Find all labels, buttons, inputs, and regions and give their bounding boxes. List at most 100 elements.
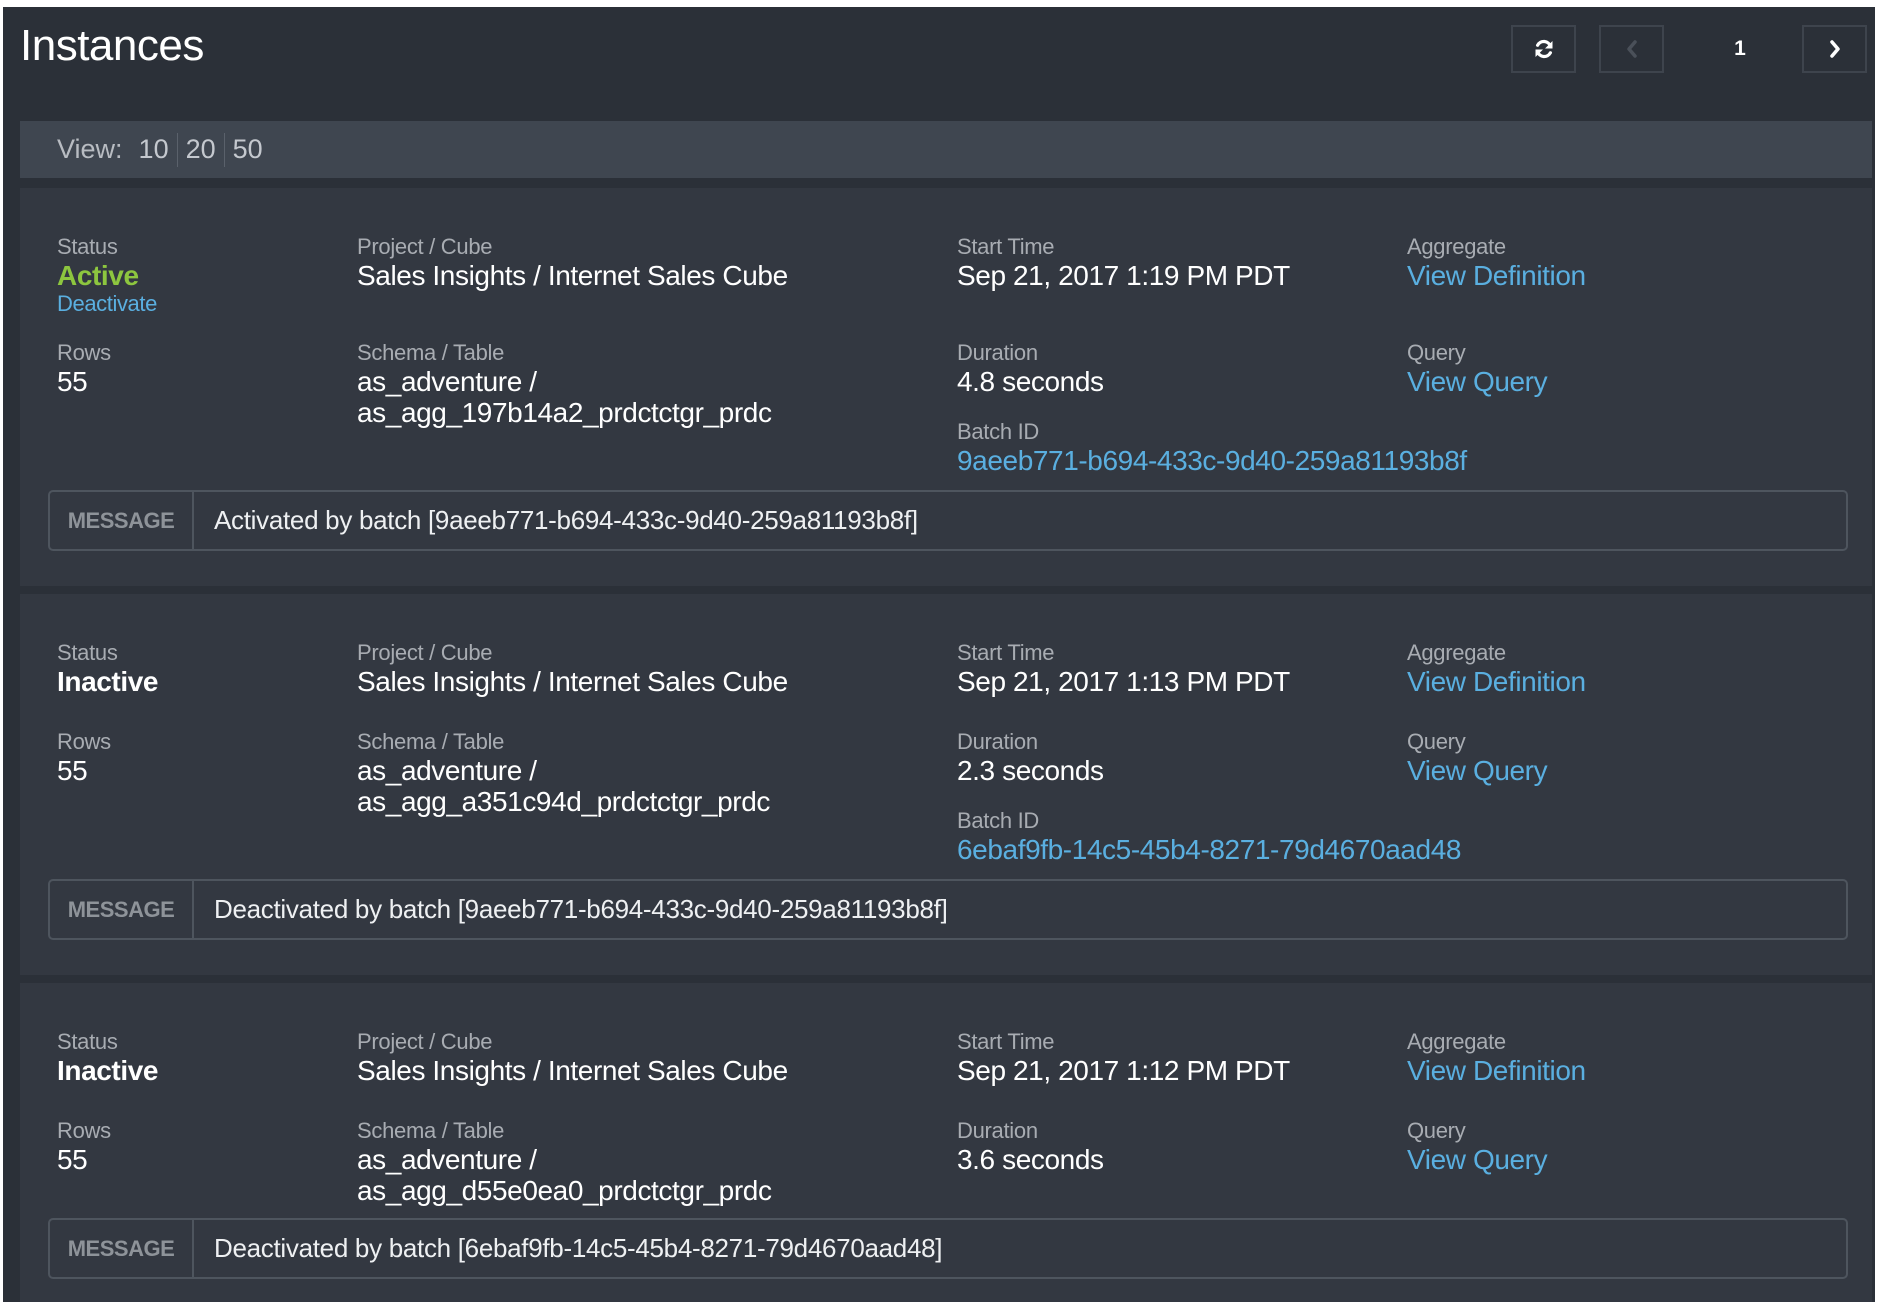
aggregate-label: Aggregate (1407, 234, 1506, 259)
schema-value: as_adventure / (357, 366, 537, 397)
message-text: Deactivated by batch [6ebaf9fb-14c5-45b4… (214, 1233, 943, 1263)
view-definition-link[interactable]: View Definition (1407, 260, 1586, 291)
rows-field: Rows 55 (57, 1118, 111, 1175)
batch-id-label: Batch ID (957, 419, 1039, 444)
status-value: Active (57, 260, 139, 291)
start-time-label: Start Time (957, 640, 1055, 665)
rows-field: Rows 55 (57, 340, 111, 397)
rows-value: 55 (57, 1144, 88, 1175)
page-size-bar: View: 10 20 50 (20, 121, 1872, 178)
rows-value: 55 (57, 755, 88, 786)
project-cube-field: Project / Cube Sales Insights / Internet… (357, 234, 788, 291)
duration-field: Duration 4.8 seconds (957, 340, 1104, 397)
status-field: Status Active Deactivate (57, 234, 157, 317)
status-label: Status (57, 234, 118, 259)
view-label: View: (57, 134, 123, 164)
batch-id-field: Batch ID 6ebaf9fb-14c5-45b4-8271-79d4670… (957, 808, 1461, 865)
chevron-left-icon (1624, 38, 1640, 60)
schema-table-field: Schema / Table as_adventure / as_agg_d55… (357, 1118, 772, 1206)
batch-id-field: Batch ID 9aeeb771-b694-433c-9d40-259a811… (957, 419, 1467, 476)
table-value: as_agg_a351c94d_prdctctgr_prdc (357, 786, 770, 817)
project-cube-value: Sales Insights / Internet Sales Cube (357, 1055, 788, 1086)
project-cube-field: Project / Cube Sales Insights / Internet… (357, 640, 788, 697)
start-time-label: Start Time (957, 1029, 1055, 1054)
instances-panel: Instances 1 View: 10 20 50 Status Active… (3, 7, 1875, 1302)
previous-page-button[interactable] (1599, 25, 1664, 73)
view-option-10[interactable]: 10 (131, 134, 177, 165)
status-value: Inactive (57, 1055, 159, 1086)
start-time-field: Start Time Sep 21, 2017 1:13 PM PDT (957, 640, 1290, 697)
table-value: as_agg_d55e0ea0_prdctctgr_prdc (357, 1175, 772, 1206)
aggregate-label: Aggregate (1407, 1029, 1506, 1054)
message-label: MESSAGE (50, 492, 194, 549)
schema-table-field: Schema / Table as_adventure / as_agg_a35… (357, 729, 770, 817)
view-definition-link[interactable]: View Definition (1407, 666, 1586, 697)
view-query-link[interactable]: View Query (1407, 1144, 1548, 1175)
view-option-20[interactable]: 20 (178, 134, 224, 165)
aggregate-field: Aggregate View Definition (1407, 1029, 1586, 1086)
batch-id-label: Batch ID (957, 808, 1039, 833)
instance-card: Status Active Deactivate Rows 55 Project… (20, 188, 1872, 586)
instance-card: Status Inactive Rows 55 Project / Cube S… (20, 983, 1872, 1302)
start-time-label: Start Time (957, 234, 1055, 259)
status-field: Status Inactive (57, 640, 158, 697)
deactivate-link[interactable]: Deactivate (57, 291, 157, 317)
chevron-right-icon (1827, 38, 1843, 60)
query-label: Query (1407, 1118, 1466, 1143)
view-query-link[interactable]: View Query (1407, 366, 1548, 397)
start-time-value: Sep 21, 2017 1:19 PM PDT (957, 260, 1290, 291)
view-option-50[interactable]: 50 (225, 134, 271, 165)
aggregate-label: Aggregate (1407, 640, 1506, 665)
message-text: Deactivated by batch [9aeeb771-b694-433c… (214, 894, 948, 924)
schema-table-label: Schema / Table (357, 1118, 505, 1143)
query-label: Query (1407, 340, 1466, 365)
message-box: MESSAGE Activated by batch [9aeeb771-b69… (48, 490, 1848, 551)
rows-label: Rows (57, 340, 111, 365)
duration-field: Duration 3.6 seconds (957, 1118, 1104, 1175)
view-definition-link[interactable]: View Definition (1407, 1055, 1586, 1086)
duration-label: Duration (957, 1118, 1038, 1143)
duration-field: Duration 2.3 seconds (957, 729, 1104, 786)
duration-value: 2.3 seconds (957, 755, 1104, 786)
query-label: Query (1407, 729, 1466, 754)
query-field: Query View Query (1407, 340, 1548, 397)
project-cube-value: Sales Insights / Internet Sales Cube (357, 666, 788, 697)
refresh-button[interactable] (1511, 25, 1576, 73)
project-cube-field: Project / Cube Sales Insights / Internet… (357, 1029, 788, 1086)
start-time-value: Sep 21, 2017 1:12 PM PDT (957, 1055, 1290, 1086)
schema-table-field: Schema / Table as_adventure / as_agg_197… (357, 340, 772, 428)
message-label: MESSAGE (50, 881, 194, 938)
start-time-field: Start Time Sep 21, 2017 1:12 PM PDT (957, 1029, 1290, 1086)
schema-table-label: Schema / Table (357, 729, 505, 754)
batch-id-link[interactable]: 9aeeb771-b694-433c-9d40-259a81193b8f (957, 445, 1467, 476)
current-page-number: 1 (1734, 37, 1746, 60)
aggregate-field: Aggregate View Definition (1407, 640, 1586, 697)
duration-value: 4.8 seconds (957, 366, 1104, 397)
rows-value: 55 (57, 366, 88, 397)
status-value: Inactive (57, 666, 159, 697)
rows-field: Rows 55 (57, 729, 111, 786)
status-label: Status (57, 640, 118, 665)
start-time-value: Sep 21, 2017 1:13 PM PDT (957, 666, 1290, 697)
page-title: Instances (20, 21, 204, 70)
schema-table-label: Schema / Table (357, 340, 505, 365)
message-box: MESSAGE Deactivated by batch [9aeeb771-b… (48, 879, 1848, 940)
status-field: Status Inactive (57, 1029, 158, 1086)
project-cube-label: Project / Cube (357, 640, 493, 665)
rows-label: Rows (57, 729, 111, 754)
batch-id-link[interactable]: 6ebaf9fb-14c5-45b4-8271-79d4670aad48 (957, 834, 1461, 865)
refresh-icon (1533, 38, 1555, 60)
query-field: Query View Query (1407, 1118, 1548, 1175)
duration-value: 3.6 seconds (957, 1144, 1104, 1175)
query-field: Query View Query (1407, 729, 1548, 786)
project-cube-value: Sales Insights / Internet Sales Cube (357, 260, 788, 291)
duration-label: Duration (957, 340, 1038, 365)
schema-value: as_adventure / (357, 755, 537, 786)
next-page-button[interactable] (1802, 25, 1867, 73)
view-query-link[interactable]: View Query (1407, 755, 1548, 786)
status-label: Status (57, 1029, 118, 1054)
project-cube-label: Project / Cube (357, 234, 493, 259)
rows-label: Rows (57, 1118, 111, 1143)
schema-value: as_adventure / (357, 1144, 537, 1175)
message-label: MESSAGE (50, 1220, 194, 1277)
